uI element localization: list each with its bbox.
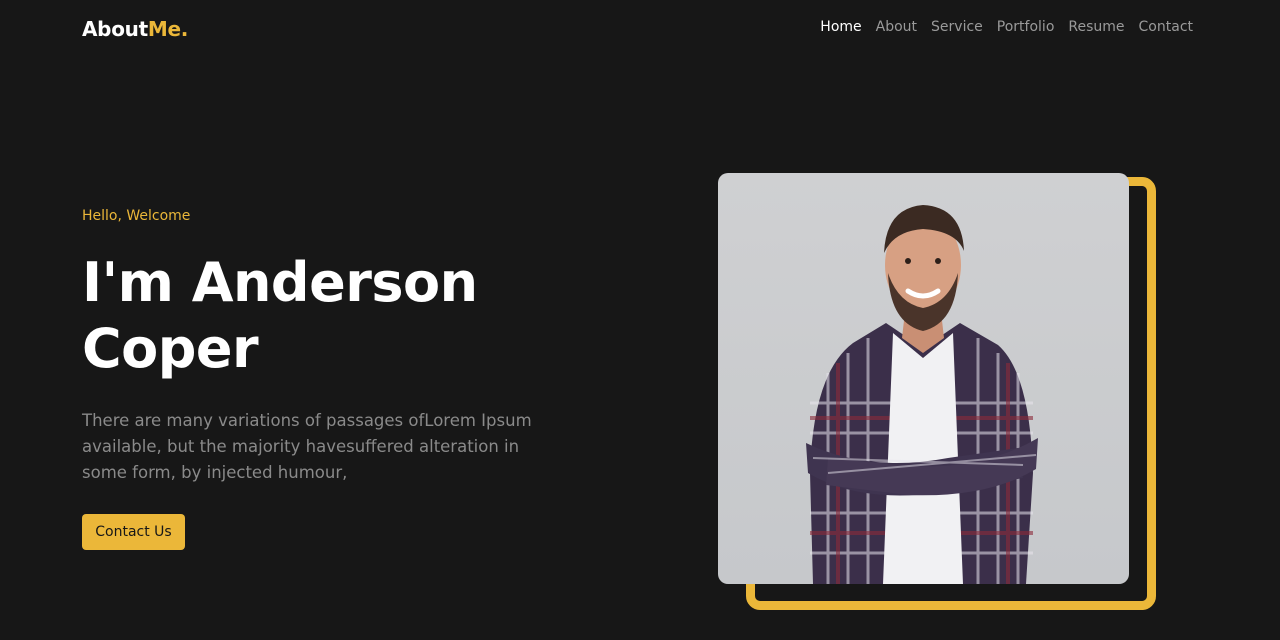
hero-title-line2: Coper	[82, 317, 259, 380]
main-nav: Home About Service Portfolio Resume Cont…	[820, 19, 1193, 35]
contact-us-button[interactable]: Contact Us	[82, 514, 185, 550]
logo-accent: Me.	[147, 17, 189, 41]
logo-text: About	[82, 17, 148, 41]
nav-about[interactable]: About	[876, 19, 917, 35]
hero-description: There are many variations of passages of…	[82, 411, 532, 482]
hero-title: I'm Anderson Coper	[82, 250, 562, 382]
nav-service[interactable]: Service	[931, 19, 983, 35]
nav-portfolio[interactable]: Portfolio	[997, 19, 1055, 35]
logo[interactable]: AboutMe.	[82, 17, 188, 41]
profile-photo	[718, 173, 1129, 584]
site-header: AboutMe. Home About Service Portfolio Re…	[0, 0, 1280, 60]
portrait-illustration	[806, 205, 1038, 584]
nav-home[interactable]: Home	[820, 19, 861, 35]
nav-contact[interactable]: Contact	[1139, 19, 1193, 35]
hero-title-line1: I'm Anderson	[82, 251, 478, 314]
hero-eyebrow: Hello, Welcome	[82, 208, 191, 224]
nav-resume[interactable]: Resume	[1068, 19, 1124, 35]
hero-intro: Hello, Welcome I'm Anderson Coper There …	[82, 208, 562, 486]
